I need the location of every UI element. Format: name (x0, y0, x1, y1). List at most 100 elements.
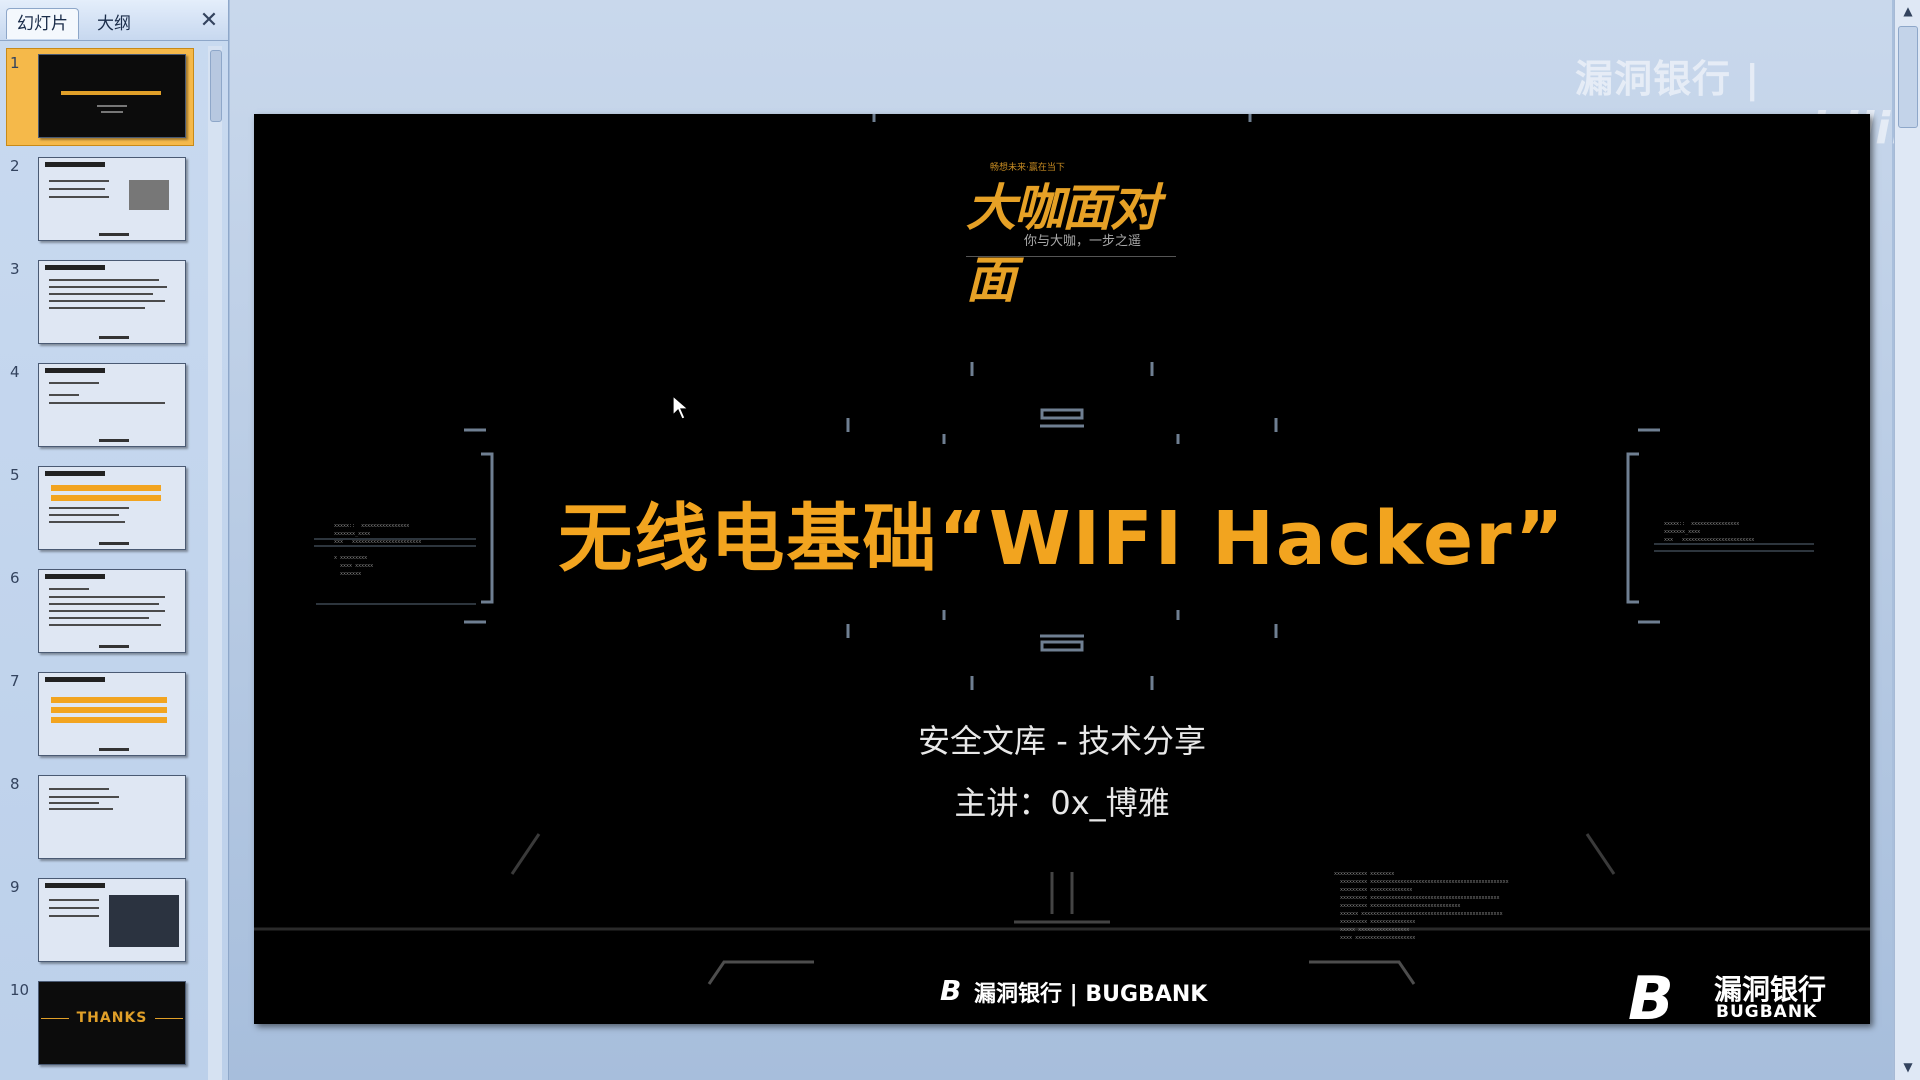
thumbnail-header (45, 471, 105, 476)
thumbnail-number: 4 (10, 363, 20, 381)
thumbnail-number: 10 (10, 981, 30, 999)
slide-title[interactable]: 无线电基础“WIFI Hacker” (254, 479, 1870, 586)
bugbank-corner-mark-icon: B (1628, 964, 1674, 1024)
thumbnail-header (45, 368, 105, 373)
thumbnail-line (49, 596, 165, 598)
thumbnail-number: 3 (10, 260, 20, 278)
panel-scrollbar[interactable] (208, 46, 222, 1080)
panel-tabs: 幻灯片 大纲 ✕ (0, 0, 228, 41)
thumbnail-preview: THANKS (38, 981, 186, 1065)
thumbnail-number: 6 (10, 569, 20, 587)
slide-thumbnail-10[interactable]: 10 THANKS (0, 973, 210, 1076)
thumbnail-highlight-bar (51, 697, 167, 703)
slide-thumbnail-7[interactable]: 7 (0, 664, 210, 767)
thumbnail-preview (38, 54, 186, 138)
thumbnail-line (49, 394, 79, 396)
thumbnail-list: 1 2 3 4 5 6 7 8 9 10 THANKS (0, 46, 210, 1080)
thumbnail-highlight-bar (51, 717, 167, 723)
thumbnail-line (49, 521, 125, 523)
thumbnail-preview (38, 775, 186, 859)
slide-thumbnail-5[interactable]: 5 (0, 458, 210, 561)
thumbnail-header (45, 677, 105, 682)
thumbnail-title-mark (61, 91, 161, 95)
event-logo: 畅想未来·赢在当下 大咖面对面 你与大咖，一步之遥 (966, 160, 1176, 309)
thumbnail-highlight-bar (51, 495, 161, 501)
bugbank-mark-icon: B (940, 974, 962, 1007)
logo-subtitle: 你与大咖，一步之遥 (1024, 234, 1142, 249)
thumbnail-number: 8 (10, 775, 20, 793)
thumbnail-image (129, 180, 169, 210)
thumbnail-number: 5 (10, 466, 20, 484)
thumbnail-line (49, 915, 99, 917)
thumbnail-footer (99, 233, 129, 236)
thumbnail-image (109, 895, 179, 947)
thumbnail-preview (38, 260, 186, 344)
thumbnail-line (101, 111, 123, 113)
slide-thumbnail-8[interactable]: 8 (0, 767, 210, 870)
footer-logo-text: 漏洞银行 | BUGBANK (974, 982, 1208, 1007)
thumbnail-line (49, 196, 109, 198)
thumbnail-line (49, 382, 99, 384)
thumbnail-footer (99, 645, 129, 648)
slide-thumbnail-3[interactable]: 3 (0, 252, 210, 355)
thumbnail-number: 2 (10, 157, 20, 175)
thumbnail-line (155, 1018, 183, 1019)
thumbnail-line (49, 796, 119, 798)
thumbnail-header (45, 162, 105, 167)
thumbnail-line (97, 105, 127, 107)
thumbnail-preview (38, 363, 186, 447)
thumbnail-line (49, 286, 167, 288)
slide-thumbnail-1[interactable]: 1 (0, 46, 210, 149)
vertical-scrollbar[interactable]: ▲ ▼ (1894, 0, 1920, 1080)
tab-slides[interactable]: 幻灯片 (6, 8, 79, 39)
panel-scroll-thumb[interactable] (210, 50, 222, 122)
thumbnail-preview (38, 672, 186, 756)
slide-thumbnail-2[interactable]: 2 (0, 149, 210, 252)
slide-thumbnail-4[interactable]: 4 (0, 355, 210, 458)
thumbnail-header (45, 883, 105, 888)
thumbnail-line (49, 180, 109, 182)
slide-canvas[interactable]: xxxxx:: xxxxxxxxxxxxxxxx xxxxxxx_xxxx xx… (254, 114, 1870, 1024)
scroll-thumb[interactable] (1898, 26, 1918, 128)
thumbnail-line (49, 808, 113, 810)
slide-thumbnail-9[interactable]: 9 (0, 870, 210, 973)
scroll-up-icon[interactable]: ▲ (1895, 0, 1920, 22)
scroll-down-icon[interactable]: ▼ (1895, 1056, 1920, 1078)
slide-presenter[interactable]: 主讲：0x_博雅 (254, 778, 1870, 824)
thumbnail-line (49, 624, 161, 626)
thumbnail-preview (38, 569, 186, 653)
thumbnail-line (49, 188, 105, 190)
corner-logo-en: BUGBANK (1716, 1002, 1818, 1022)
thumbnail-preview (38, 466, 186, 550)
thumbnail-line (49, 588, 89, 590)
thumbnail-preview (38, 157, 186, 241)
thumbnail-header (45, 265, 105, 270)
close-icon[interactable]: ✕ (198, 10, 220, 32)
thumbnail-footer (99, 336, 129, 339)
slide-subtitle[interactable]: 安全文库 - 技术分享 (254, 716, 1870, 762)
thumbnail-line (49, 300, 165, 302)
thumbnail-line (49, 610, 165, 612)
thumbnail-line (49, 603, 159, 605)
thumbnail-line (49, 402, 165, 404)
thumbnail-highlight-bar (51, 485, 161, 491)
thumbnail-header (45, 574, 105, 579)
thumbnail-line (49, 788, 109, 790)
thumbnail-preview (38, 878, 186, 962)
cursor-icon (672, 395, 690, 420)
logo-underline (966, 256, 1176, 257)
thumbnail-line (49, 307, 145, 309)
tab-outline[interactable]: 大纲 (86, 8, 142, 39)
thumbnail-footer (99, 439, 129, 442)
thumbnail-number: 7 (10, 672, 20, 690)
thumbnail-line (49, 899, 99, 901)
thumbnail-highlight-bar (51, 707, 167, 713)
slides-panel: 幻灯片 大纲 ✕ 1 2 3 4 5 6 7 8 9 10 THANKS (0, 0, 229, 1080)
slide-thumbnail-6[interactable]: 6 (0, 561, 210, 664)
thumbnail-line (49, 293, 153, 295)
thumbnail-line (49, 514, 119, 516)
corner-logo: B 漏洞银行 BUGBANK (1628, 964, 1838, 1024)
thumbnail-line (49, 907, 99, 909)
thumbnail-number: 1 (10, 54, 20, 72)
thumbnail-line (49, 507, 129, 509)
